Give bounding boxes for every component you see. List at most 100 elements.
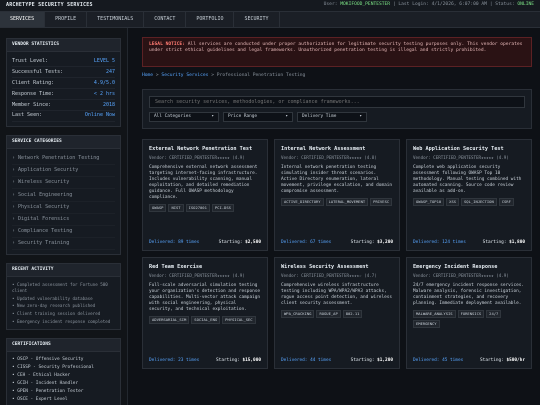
service-tag: MALWARE_ANALYSIS [413,309,456,318]
service-vendor: Vendor: CERTIFIED_PENTESTER★★★★★ (4.9) [413,155,509,161]
service-description: Internal network penetration testing sim… [281,164,393,194]
service-description: Comprehensive external network assessmen… [149,164,258,200]
stat-row: Trust Level: LEVEL 5 [12,56,115,68]
service-grid: External Network Penetration Test Vendor… [142,139,532,370]
service-card[interactable]: Red Team Exercise Vendor: CERTIFIED_PENT… [142,257,268,370]
service-title: Web Application Security Test [413,146,504,153]
service-price: Starting: $1,200 [350,358,393,364]
delivery-filter-select[interactable]: Delivery Time ▾ [297,112,367,123]
breadcrumb-home[interactable]: Home [142,73,153,78]
last-login: 4/1/2026, 6:07:00 AM [431,2,487,8]
service-tag: NIST [168,203,184,212]
category-link[interactable]: › Wireless Security [12,177,115,190]
activity-item: • New zero-day research published [12,303,96,309]
legal-notice-text: All services are conducted under proper … [149,42,523,54]
category-link[interactable]: › Application Security [12,165,115,178]
service-vendor: Vendor: CERTIFIED_PENTESTER★★★★★ (4.9) [413,273,509,279]
breadcrumb: Home > Security Services > Professional … [142,73,306,78]
sidebar: VENDOR STATISTICS Trust Level: LEVEL 5 Su… [0,28,128,405]
category-link[interactable]: › Network Penetration Testing [12,153,115,166]
service-tag: ADVERSARIAL_SIM [149,315,190,324]
legal-notice: LEGAL NOTICE: All services are conducted… [142,37,532,67]
breadcrumb-current: Professional Penetration Testing [216,73,306,78]
service-title: Wireless Security Assessment [281,264,369,271]
delivered-count: Delivered: 67 times [281,240,332,246]
service-vendor: Vendor: CERTIFIED_PENTESTER★★★★★ (4.9) [149,155,245,161]
category-link[interactable]: › Compliance Testing [12,226,115,238]
category-filter-select[interactable]: All Categories ▾ [149,112,219,123]
service-vendor: Vendor: CERTIFIED_PENTESTER★★★★★ (4.9) [149,273,245,279]
service-card[interactable]: Web Application Security Test Vendor: CE… [406,139,532,252]
chevron-down-icon: ▾ [285,114,288,120]
main-nav: SERVICES PROFILE TESTIMONIALS CONTACT PO… [0,12,540,28]
price-filter-select[interactable]: Price Range ▾ [223,112,293,123]
nav-services[interactable]: SERVICES [0,12,46,27]
service-tag: XSS [446,197,460,206]
service-tag: SOCIAL_ENG [191,315,221,324]
activity-item: • Completed assessment for Fortune 500 c… [12,282,108,293]
service-title: Internal Network Assessment [281,146,366,153]
service-tag: EMERGENCY [413,319,440,328]
category-link[interactable]: › Digital Forensics [12,214,115,226]
activity-item: • Client training session delivered [12,310,101,316]
search-panel: All Categories▾ Price Range▾ Delivery Ti… [142,89,532,130]
legal-notice-label: LEGAL NOTICE: [149,42,185,47]
categories-title: SERVICE CATEGORIES [7,135,120,149]
service-tag: ROGUE_AP [316,309,341,318]
breadcrumb-services[interactable]: Security Services [161,73,208,78]
delivered-count: Delivered: 89 times [149,240,200,246]
brand-title: ARCHETYPE SECURITY SERVICES [6,2,93,9]
category-link[interactable]: › Social Engineering [12,189,115,202]
vendor-stats-panel: VENDOR STATISTICS Trust Level: LEVEL 5 Su… [6,38,121,127]
nav-security[interactable]: SECURITY [234,12,280,27]
service-description: 24/7 emergency incident response service… [413,282,525,306]
service-tag: LATERAL_MOVEMENT [325,197,369,206]
service-tag: PCI-DSS [211,203,234,212]
user-status-line: User: MOKIFOOD_PENTESTER | Last Login: 4… [323,2,534,8]
stat-row: Successful Tests: 247 [12,67,115,79]
service-card[interactable]: Emergency Incident Response Vendor: CERT… [406,257,532,370]
service-card[interactable]: Internal Network Assessment Vendor: CERT… [274,139,400,252]
category-link[interactable]: › Physical Security [12,202,115,214]
stat-row: Client Rating: 4.9/5.0 [12,78,115,89]
service-vendor: Vendor: CERTIFIED_PENTESTER★★★★☆ (4.7) [281,273,377,279]
activity-panel: RECENT ACTIVITY • Completed assessment f… [6,263,121,331]
service-title: Red Team Exercise [149,264,203,271]
service-description: Complete web application security assess… [413,164,522,194]
vendor-stats-title: VENDOR STATISTICS [7,39,120,53]
certifications-title: CERTIFICATIONS [7,339,120,353]
search-input[interactable] [149,96,525,109]
activity-item: • Emergency incident response completed [12,318,111,324]
category-link[interactable]: › Security Training [12,238,115,250]
delivered-count: Delivered: 44 times [281,358,332,364]
service-tag: OWASP [149,203,167,212]
stat-row: Last Seen: Online Now [12,111,115,122]
service-price: Starting: $500/hr [480,358,525,364]
nav-testimonials[interactable]: TESTIMONIALS [87,12,145,27]
chevron-down-icon: ▾ [359,114,362,120]
top-bar: ARCHETYPE SECURITY SERVICES User: MOKIFO… [0,0,540,12]
service-title: External Network Penetration Test [149,146,253,153]
stat-row: Response Time: < 2 hrs [12,89,115,100]
service-tag: ISO27001 [185,203,210,212]
service-tag: PHYSICAL_SEC [222,315,256,324]
service-tag: 802.11 [342,309,363,318]
service-tag: SQL_INJECTION [461,197,497,206]
service-tag: WPA_CRACKING [281,309,315,318]
cert-item: • CEH - Ethical Hacker [12,373,71,379]
cert-item: • CISSP - Security Professional [12,365,94,371]
service-card[interactable]: Wireless Security Assessment Vendor: CER… [274,257,400,370]
service-title: Emergency Incident Response [413,264,498,271]
cert-item: • GCIH - Incident Handler [12,381,79,387]
delivered-count: Delivered: 124 times [413,240,466,246]
service-price: Starting: $15,000 [216,358,261,364]
service-description: Full-scale adversarial simulation testin… [149,282,261,312]
nav-portfolio[interactable]: PORTFOLIO [186,12,235,27]
service-tag: CSRF [498,197,514,206]
service-price: Starting: $3,200 [350,240,393,246]
nav-profile[interactable]: PROFILE [45,12,88,27]
service-card[interactable]: External Network Penetration Test Vendor… [142,139,268,252]
service-price: Starting: $1,800 [482,240,525,246]
nav-contact[interactable]: CONTACT [144,12,187,27]
activity-item: • Updated vulnerability database [12,295,93,301]
